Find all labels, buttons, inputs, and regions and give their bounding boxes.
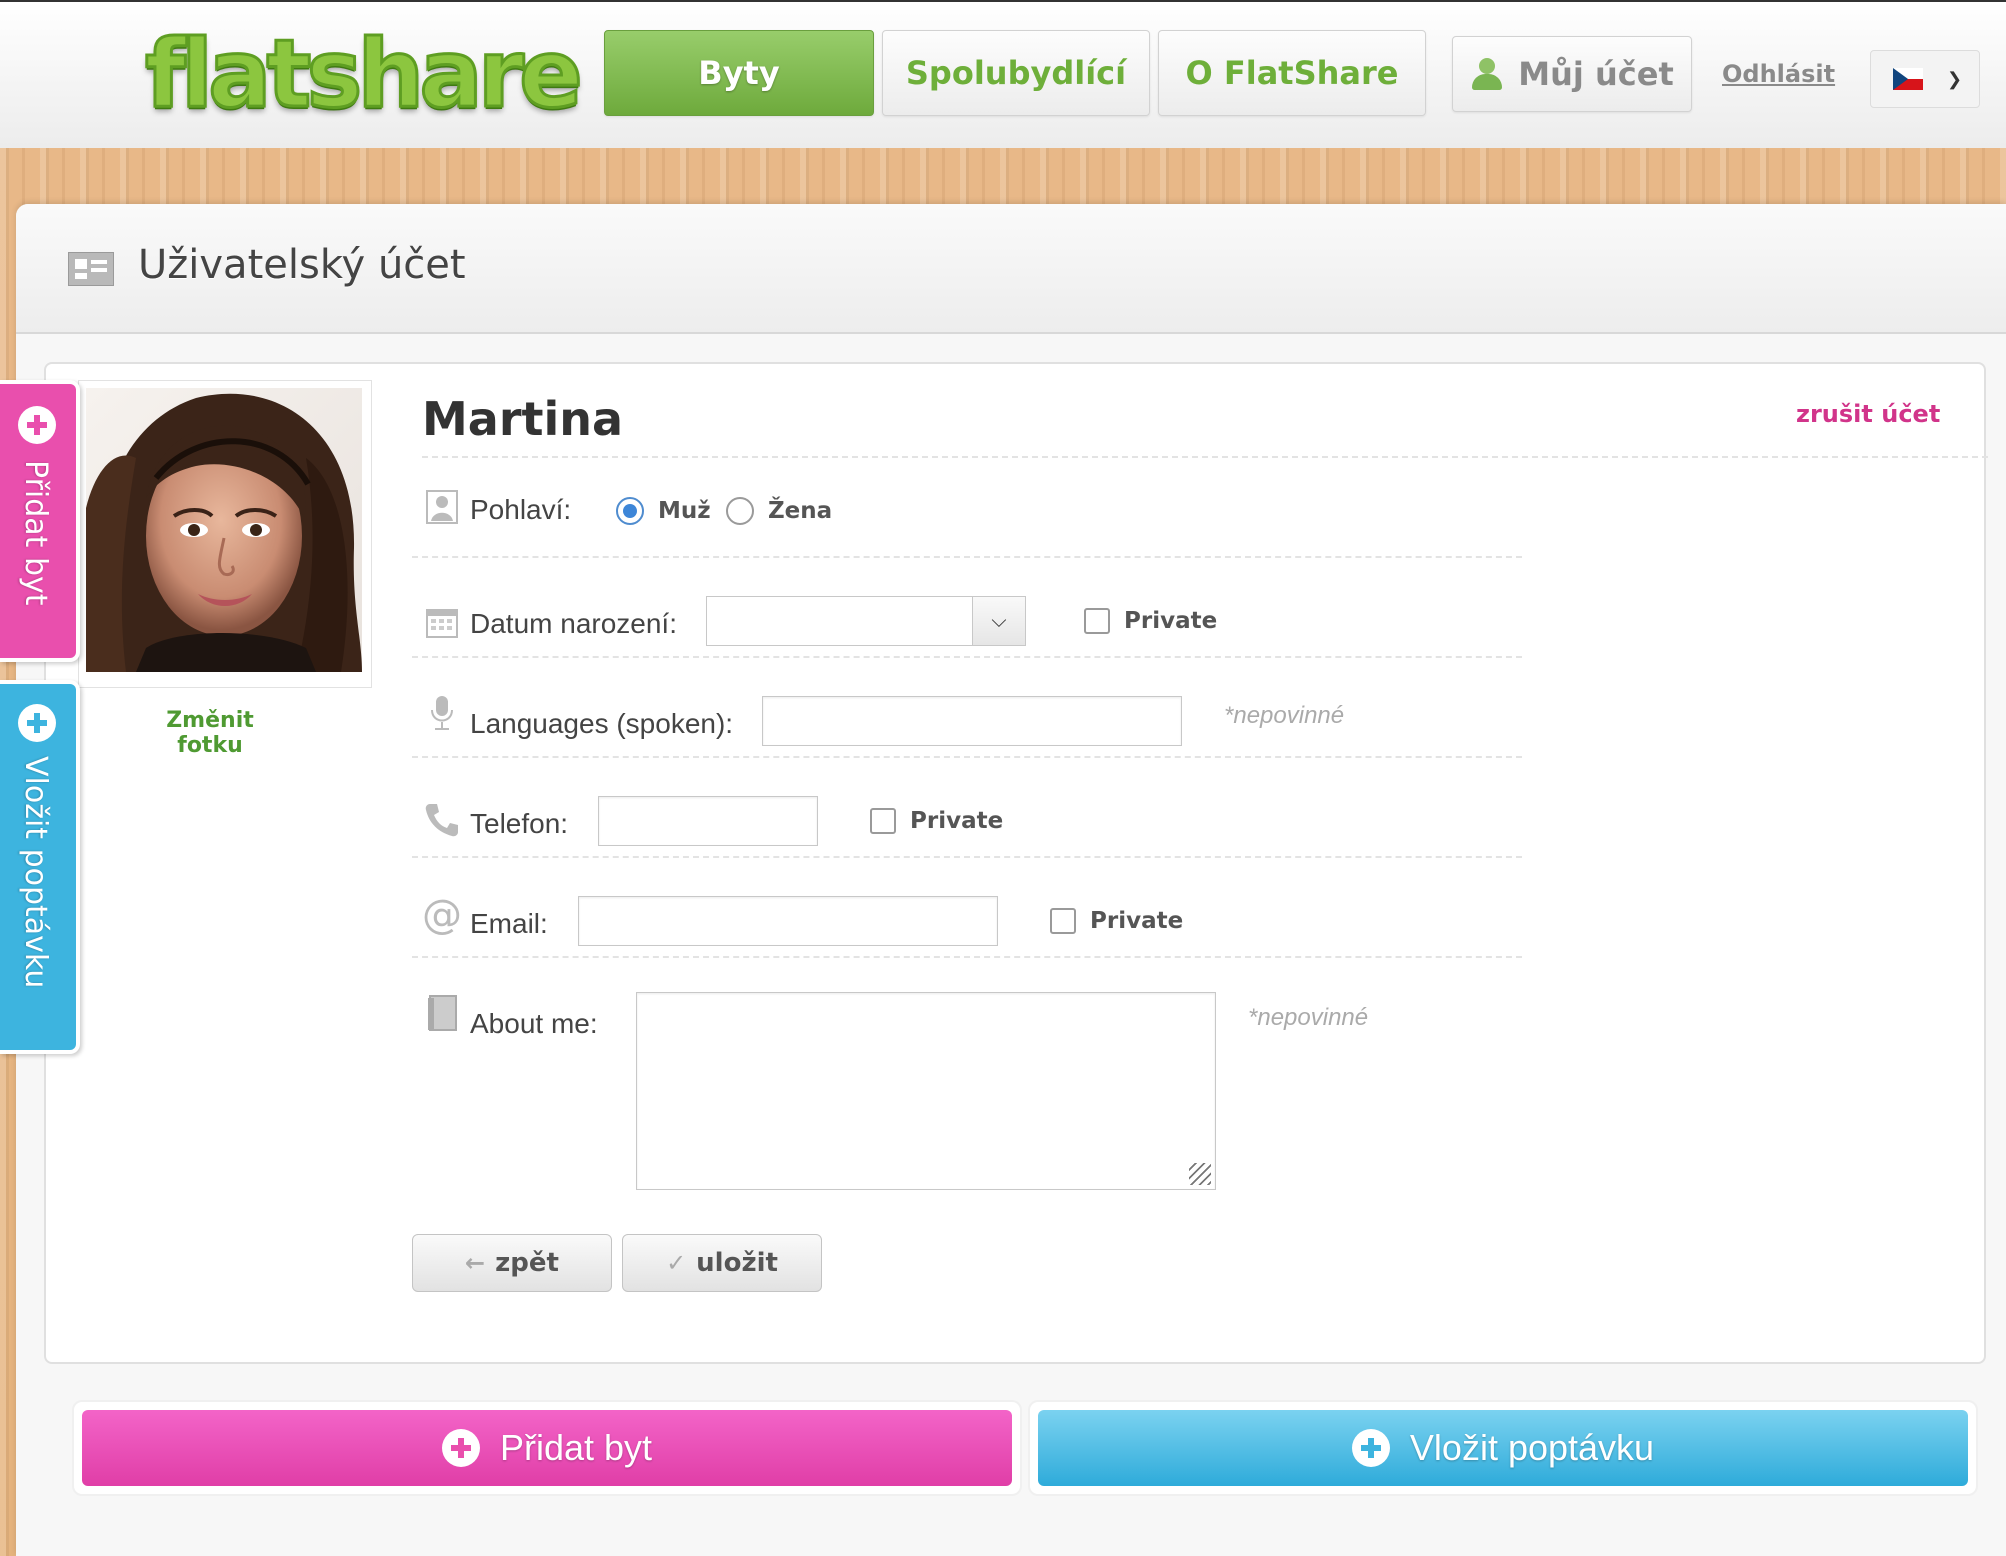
- side-tab-add-flat-label: Přidat byt: [18, 460, 53, 606]
- plus-icon: [441, 1429, 480, 1467]
- add-request-label: Vložit poptávku: [1409, 1427, 1655, 1468]
- top-header: flatshare Byty Spolubydlící O FlatShare …: [0, 0, 2006, 148]
- gender-male-radio[interactable]: [616, 497, 644, 525]
- birthdate-private-label: Private: [1124, 608, 1218, 634]
- add-request-button[interactable]: Vložit poptávku: [1038, 1410, 1968, 1486]
- main-panel: Uživatelský účet Změnit fotku Martina zr…: [16, 204, 2006, 1556]
- about-textarea[interactable]: [636, 992, 1216, 1190]
- separator: [412, 956, 1522, 958]
- resize-grip-icon[interactable]: [1189, 1163, 1211, 1185]
- nav-spolubydlici[interactable]: Spolubydlící: [882, 30, 1150, 116]
- plus-icon: [18, 406, 56, 444]
- language-select[interactable]: ❯: [1870, 50, 1980, 108]
- add-flat-button[interactable]: Přidat byt: [82, 1410, 1012, 1486]
- gender-female-radio[interactable]: [726, 497, 754, 525]
- microphone-icon: [430, 694, 454, 740]
- phone-icon: [424, 802, 460, 846]
- flatshare-logo[interactable]: flatshare: [144, 19, 585, 131]
- birthdate-label: Datum narození:: [470, 608, 677, 639]
- phone-label: Telefon:: [470, 808, 569, 839]
- separator: [412, 556, 1522, 558]
- chevron-down-icon: ❯: [1947, 69, 1963, 89]
- profile-card: Změnit fotku Martina zrušit účet Pohlaví…: [44, 362, 1988, 1364]
- at-icon: @: [422, 892, 462, 938]
- separator: [412, 756, 1522, 758]
- title-bar: Uživatelský účet: [16, 204, 2006, 334]
- calendar-icon: [426, 606, 458, 646]
- page-title: Uživatelský účet: [138, 242, 466, 288]
- arrow-left-icon: ←: [465, 1249, 486, 1277]
- gender-female-label: Žena: [768, 498, 833, 524]
- checkmark-icon: ✓: [666, 1249, 687, 1277]
- about-label: About me:: [470, 1008, 598, 1039]
- id-card-icon: [68, 252, 114, 286]
- save-button[interactable]: ✓ uložit: [622, 1234, 822, 1292]
- profile-photo-frame: [78, 380, 372, 688]
- my-account-label: Můj účet: [1518, 55, 1674, 93]
- chevron-down-icon: ⌵: [972, 597, 1025, 645]
- person-icon: [426, 490, 458, 532]
- email-input[interactable]: [578, 896, 998, 946]
- phone-private-label: Private: [910, 808, 1004, 834]
- separator: [412, 856, 1522, 858]
- logout-link[interactable]: Odhlásit: [1722, 60, 1835, 88]
- languages-input[interactable]: [762, 696, 1182, 746]
- languages-label: Languages (spoken):: [470, 708, 734, 739]
- phone-private-checkbox[interactable]: [870, 808, 896, 834]
- delete-account-link[interactable]: zrušit účet: [1796, 400, 1940, 428]
- nav-o-flatshare[interactable]: O FlatShare: [1158, 30, 1426, 116]
- side-tab-add-request[interactable]: Vložit poptávku: [0, 680, 80, 1054]
- change-photo-link[interactable]: Změnit fotku: [130, 708, 290, 758]
- add-flat-wrapper: Přidat byt: [72, 1400, 1022, 1496]
- birthdate-select[interactable]: ⌵: [706, 596, 1026, 646]
- add-request-wrapper: Vložit poptávku: [1028, 1400, 1978, 1496]
- side-tab-add-request-label: Vložit poptávku: [18, 756, 53, 989]
- add-flat-label: Přidat byt: [499, 1427, 653, 1468]
- profile-name: Martina: [422, 392, 624, 446]
- email-label: Email:: [470, 908, 548, 939]
- user-icon: [1470, 58, 1504, 90]
- separator: [422, 456, 1988, 458]
- side-tab-add-flat[interactable]: Přidat byt: [0, 380, 80, 662]
- email-private-checkbox[interactable]: [1050, 908, 1076, 934]
- book-icon: [426, 994, 458, 1040]
- profile-photo: [86, 388, 362, 672]
- gender-label: Pohlaví:: [470, 494, 572, 525]
- my-account-button[interactable]: Můj účet: [1452, 36, 1692, 112]
- separator: [412, 656, 1522, 658]
- nav-byty[interactable]: Byty: [604, 30, 874, 116]
- plus-icon: [1351, 1429, 1390, 1467]
- phone-input[interactable]: [598, 796, 818, 846]
- back-label: zpět: [495, 1248, 559, 1278]
- cz-flag-icon: [1893, 68, 1923, 90]
- about-optional-hint: *nepovinné: [1248, 1004, 1369, 1031]
- email-private-label: Private: [1090, 908, 1184, 934]
- back-button[interactable]: ← zpět: [412, 1234, 612, 1292]
- birthdate-private-checkbox[interactable]: [1084, 608, 1110, 634]
- plus-icon: [18, 704, 56, 742]
- save-label: uložit: [696, 1248, 778, 1278]
- languages-optional-hint: *nepovinné: [1224, 702, 1345, 729]
- gender-male-label: Muž: [658, 498, 711, 524]
